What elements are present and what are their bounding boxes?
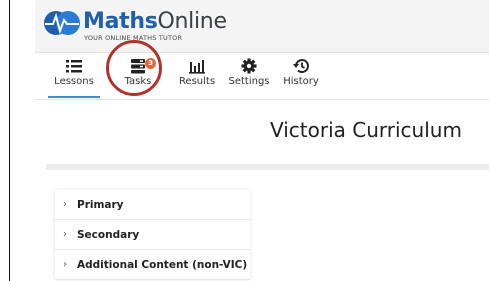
gear-icon	[241, 58, 257, 74]
list-icon	[66, 60, 82, 73]
mathsonline-logo[interactable]: MathsOnline YOUR ONLINE MATHS TUTOR	[43, 8, 253, 48]
chevron-right-icon: ›	[63, 199, 67, 210]
section-label: Primary	[77, 198, 124, 211]
nav-item-settings[interactable]: Settings	[223, 58, 275, 98]
nav-label-lessons: Lessons	[54, 76, 94, 87]
page-title: Victoria Curriculum	[270, 118, 462, 142]
section-label: Secondary	[77, 228, 140, 241]
curriculum-section-list: › Primary › Secondary › Additional Conte…	[55, 190, 250, 280]
nav-label-settings: Settings	[228, 76, 270, 87]
main-nav: Lessons 3 Tasks Results Settings History	[35, 52, 489, 100]
chevron-right-icon: ›	[63, 259, 67, 270]
logo-wordmark: MathsOnline	[83, 9, 227, 34]
bar-chart-icon	[189, 60, 205, 74]
nav-label-results: Results	[178, 76, 216, 87]
nav-label-history: History	[283, 76, 319, 87]
chevron-right-icon: ›	[63, 229, 67, 240]
section-row-additional-content[interactable]: › Additional Content (non-VIC)	[55, 250, 250, 280]
highlight-circle-annotation	[106, 40, 162, 96]
window-border	[9, 0, 10, 281]
history-icon	[293, 59, 309, 74]
nav-item-lessons[interactable]: Lessons	[48, 58, 100, 98]
logo-heartbeat-icon	[44, 11, 80, 35]
section-row-secondary[interactable]: › Secondary	[55, 220, 250, 250]
nav-item-history[interactable]: History	[275, 58, 327, 98]
nav-item-results[interactable]: Results	[171, 58, 223, 98]
section-divider	[46, 164, 489, 170]
section-label: Additional Content (non-VIC)	[77, 258, 248, 271]
section-row-primary[interactable]: › Primary	[55, 190, 250, 220]
